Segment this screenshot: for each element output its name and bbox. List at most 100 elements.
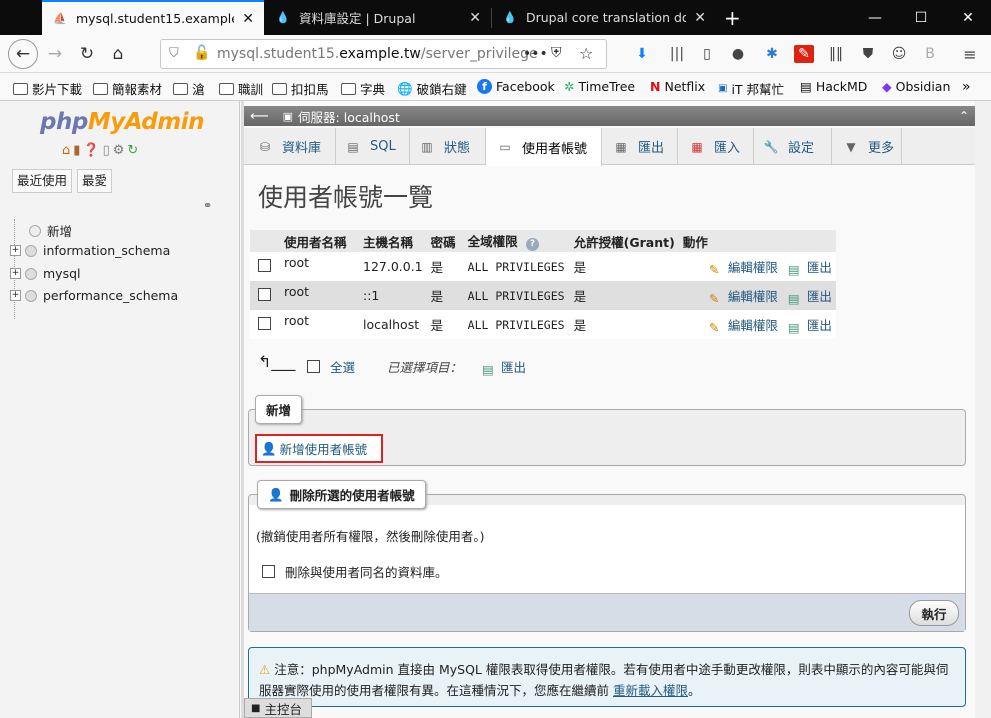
phpmyadmin-logo[interactable]: phpMyAdmin <box>40 109 204 135</box>
extension-shield-icon[interactable]: ⛊ <box>858 45 878 63</box>
close-tab-icon[interactable]: ✕ <box>694 10 706 26</box>
bookmark-folder[interactable]: 字典 <box>341 79 385 98</box>
bookmark-link[interactable]: f Facebook <box>477 79 555 94</box>
bookmark-folder[interactable]: 簡報素材 <box>93 79 162 98</box>
delete-db-checkbox[interactable] <box>262 565 275 578</box>
bookmark-link[interactable]: 🌐 破鎖右鍵 <box>397 79 467 98</box>
home-icon[interactable]: ⌂ <box>62 143 70 158</box>
shield-icon[interactable]: ⛉ <box>169 46 179 61</box>
menu-hamburger-icon[interactable]: ≡ <box>960 45 980 64</box>
close-window-icon[interactable]: ✕ <box>945 0 991 35</box>
bookmark-link[interactable]: ▣ iT 邦幫忙 <box>718 79 784 98</box>
main-scrollbar[interactable] <box>975 101 991 718</box>
close-tab-icon[interactable]: ✕ <box>242 11 254 27</box>
row-checkbox[interactable] <box>258 316 271 330</box>
more-bookmarks-button[interactable]: » <box>962 79 971 95</box>
go-button[interactable]: 執行 <box>909 600 959 626</box>
help-icon[interactable]: ❓ <box>83 143 99 158</box>
expand-icon[interactable]: + <box>10 268 21 279</box>
recent-tables-button[interactable]: 最近使用 <box>12 169 73 193</box>
export-user-link[interactable]: ▤ 匯出 <box>788 260 832 277</box>
console-toggle[interactable]: ■ 主控台 <box>244 698 312 718</box>
edit-privileges-link[interactable]: ✎ 編輯權限 <box>709 289 778 306</box>
sidebar-icon[interactable]: ▯ <box>697 45 717 63</box>
tab-settings[interactable]: 🔧 設定 <box>754 128 832 165</box>
close-tab-icon[interactable]: ✕ <box>469 10 481 26</box>
minimize-window-icon[interactable]: — <box>852 0 898 35</box>
bookmark-link[interactable]: ✲ TimeTree <box>564 79 635 94</box>
column-header[interactable]: 主機名稱 <box>359 230 427 252</box>
favorite-tables-button[interactable]: 最愛 <box>77 169 113 193</box>
add-user-link[interactable]: 👤 新增使用者帳號 <box>255 434 383 463</box>
row-checkbox[interactable] <box>258 287 271 301</box>
extension-face-icon[interactable]: ☺ <box>889 45 909 63</box>
settings-gear-icon[interactable]: ⚙ <box>113 143 125 158</box>
tab-databases[interactable]: ⛁ 資料庫 <box>244 128 336 165</box>
pocket-icon[interactable]: ⛨ <box>551 45 562 61</box>
panel-divider[interactable] <box>241 101 244 718</box>
reload-privileges-link[interactable]: 重新載入權限 <box>613 683 688 698</box>
row-checkbox[interactable] <box>258 258 271 272</box>
browser-tab-drupal-translation[interactable]: 💧 Drupal core translation down ✕ <box>492 0 716 35</box>
extension-barcode-icon[interactable]: ‖‖ <box>826 45 846 63</box>
column-header[interactable]: 使用者名稱 <box>280 230 359 252</box>
tree-database-item[interactable]: + mysql <box>10 266 81 281</box>
insecure-lock-icon[interactable]: 🔓 <box>193 45 210 61</box>
account-icon[interactable]: ● <box>728 45 748 63</box>
logout-icon[interactable]: ▮ <box>73 143 80 158</box>
extension-pen-icon[interactable]: ✎ <box>794 45 814 63</box>
bulk-export-link[interactable]: ▤ 匯出 <box>482 357 526 377</box>
home-icon[interactable]: ⌂ <box>103 39 133 69</box>
browser-tab-drupal-settings[interactable]: 💧 資料庫設定 | Drupal ✕ <box>265 0 491 35</box>
tree-database-item[interactable]: + information_schema <box>10 243 170 258</box>
new-tab-button[interactable]: + <box>718 0 748 35</box>
reload-icon[interactable]: ↻ <box>72 39 102 69</box>
bookmark-folder[interactable]: 扣扣馬 <box>272 79 329 98</box>
export-user-link[interactable]: ▤ 匯出 <box>788 289 832 306</box>
select-all-label[interactable]: 全選 <box>330 357 355 376</box>
tree-database-item[interactable]: + performance_schema <box>10 288 178 303</box>
tab-import[interactable]: ▦ 匯入 <box>678 128 754 165</box>
browser-tab-phpmyadmin[interactable]: ⛵ mysql.student15.example.tw ✕ <box>42 0 264 35</box>
maximize-window-icon[interactable]: ☐ <box>898 0 944 35</box>
bookmark-link[interactable]: ◆ Obsidian <box>882 79 950 94</box>
tab-user-accounts[interactable]: ▭ 使用者帳號 <box>486 128 602 166</box>
edit-privileges-link[interactable]: ✎ 編輯權限 <box>709 318 778 335</box>
tab-sql[interactable]: ▤ SQL <box>336 128 410 165</box>
select-all-checkbox[interactable] <box>307 360 320 373</box>
column-header[interactable]: 密碼 <box>426 230 464 252</box>
forward-arrow-icon[interactable]: → <box>40 39 70 69</box>
tab-export[interactable]: ▦ 匯出 <box>602 128 678 165</box>
page-actions-icon[interactable]: ••• <box>523 46 548 62</box>
edit-privileges-link[interactable]: ✎ 編輯權限 <box>709 260 778 277</box>
expand-icon[interactable]: + <box>10 245 21 256</box>
collapse-arrow-icon[interactable]: ⟵ <box>250 109 269 124</box>
extension-b-icon[interactable]: B <box>920 45 940 63</box>
bookmark-link[interactable]: ▤ HackMD <box>800 79 867 94</box>
bookmark-link[interactable]: N Netflix <box>650 79 705 94</box>
export-icon: ▤ <box>787 320 800 335</box>
scroll-top-icon[interactable]: ⌃ <box>959 109 969 123</box>
delete-db-label[interactable]: 刪除與使用者同名的資料庫。 <box>285 562 448 581</box>
chevron-down-icon: ▼ <box>846 139 856 154</box>
export-user-link[interactable]: ▤ 匯出 <box>787 318 832 335</box>
help-icon[interactable]: ? <box>526 238 540 251</box>
reload-nav-icon[interactable]: ↻ <box>127 143 138 158</box>
expand-icon[interactable]: + <box>10 290 21 301</box>
download-icon[interactable]: ⬇ <box>632 45 652 63</box>
bookmark-star-icon[interactable]: ☆ <box>579 44 593 63</box>
user-cell: root <box>280 281 359 310</box>
link-chain-icon[interactable]: ⚭ <box>203 199 212 212</box>
server-link[interactable]: 伺服器: localhost <box>298 107 400 126</box>
back-arrow-icon[interactable]: ← <box>8 39 38 69</box>
bookmark-folder[interactable]: 職訓 <box>219 79 263 98</box>
bookmark-folder[interactable]: 影片下載 <box>13 79 82 98</box>
tree-new-database[interactable]: 新增 <box>29 221 72 240</box>
bookmark-folder[interactable]: 滄 <box>173 79 205 98</box>
extension-bug-icon[interactable]: ✱ <box>762 45 782 63</box>
url-bar[interactable]: ⛉ 🔓 mysql.student15.example.tw/server_pr… <box>160 39 607 69</box>
tab-status[interactable]: ▥ 狀態 <box>410 128 486 165</box>
docs-icon[interactable]: ▯ <box>103 143 110 158</box>
tab-more[interactable]: ▼ 更多 <box>832 128 902 165</box>
library-icon[interactable]: ||| <box>667 45 687 63</box>
